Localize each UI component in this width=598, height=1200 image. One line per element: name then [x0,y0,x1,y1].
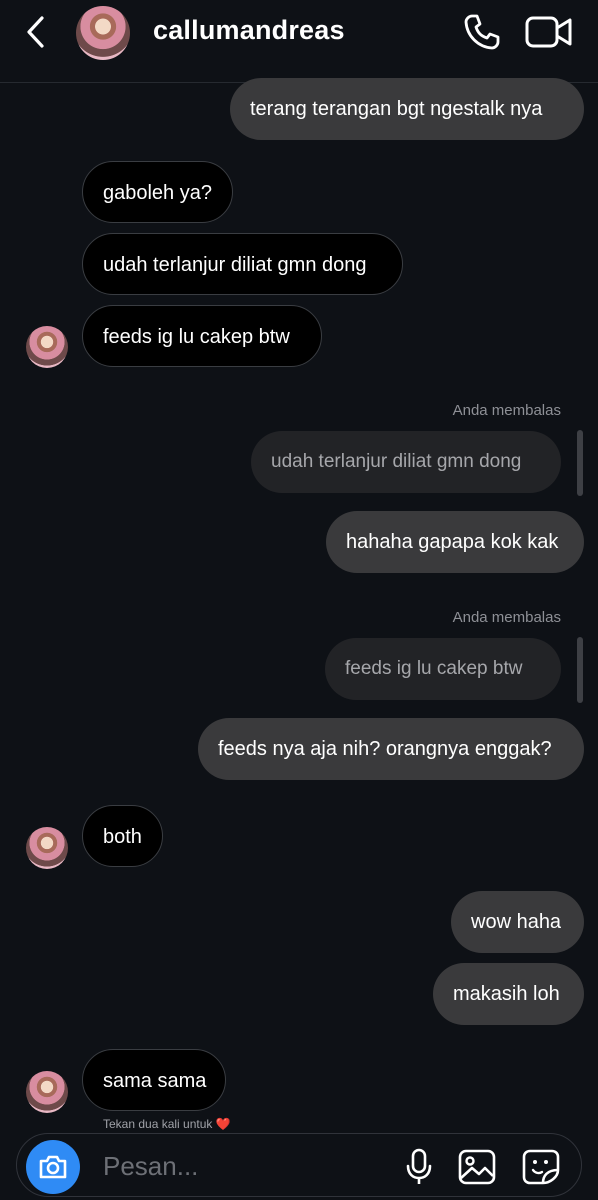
voice-message-button[interactable] [403,1148,435,1186]
received-message[interactable]: both [82,805,163,867]
sent-message[interactable]: terang terangan bgt ngestalk nya [230,78,584,140]
reply-indicator-bar [577,637,583,703]
sender-avatar[interactable] [26,326,68,368]
phone-icon [464,14,500,50]
double-tap-hint-text: Tekan dua kali untuk [103,1117,213,1131]
chat-username[interactable]: callumandreas [153,15,345,46]
received-message[interactable]: udah terlanjur diliat gmn dong [82,233,403,295]
chat-header: callumandreas [0,0,598,83]
back-button[interactable] [22,14,50,50]
camera-button[interactable] [26,1140,80,1194]
voice-call-button[interactable] [462,12,502,52]
sent-message[interactable]: feeds nya aja nih? orangnya enggak? [198,718,584,780]
sticker-button[interactable] [521,1148,561,1186]
profile-avatar[interactable] [76,6,130,60]
image-gallery-icon [458,1149,496,1185]
sticker-icon [522,1149,560,1185]
video-camera-icon [525,16,572,48]
camera-icon [39,1155,67,1179]
sent-message[interactable]: wow haha [451,891,584,953]
message-input[interactable] [103,1147,383,1185]
microphone-icon [406,1148,432,1184]
sent-message[interactable]: makasih loh [433,963,584,1025]
reply-indicator-bar [577,430,583,496]
received-message[interactable]: gaboleh ya? [82,161,233,223]
video-call-button[interactable] [525,14,573,50]
sender-avatar[interactable] [26,827,68,869]
reply-label: Anda membalas [452,402,561,419]
sender-avatar[interactable] [26,1071,68,1113]
received-message[interactable]: feeds ig lu cakep btw [82,305,322,367]
quoted-message[interactable]: udah terlanjur diliat gmn dong [251,431,561,493]
chevron-left-icon [27,16,44,48]
reply-label: Anda membalas [452,609,561,626]
message-composer [16,1133,582,1197]
quoted-message[interactable]: feeds ig lu cakep btw [325,638,561,700]
gallery-button[interactable] [457,1148,497,1186]
received-message[interactable]: sama sama [82,1049,226,1111]
heart-icon: ❤️ [215,1117,231,1131]
double-tap-hint: Tekan dua kali untuk ❤️ [103,1117,231,1131]
sent-message[interactable]: hahaha gapapa kok kak [326,511,584,573]
